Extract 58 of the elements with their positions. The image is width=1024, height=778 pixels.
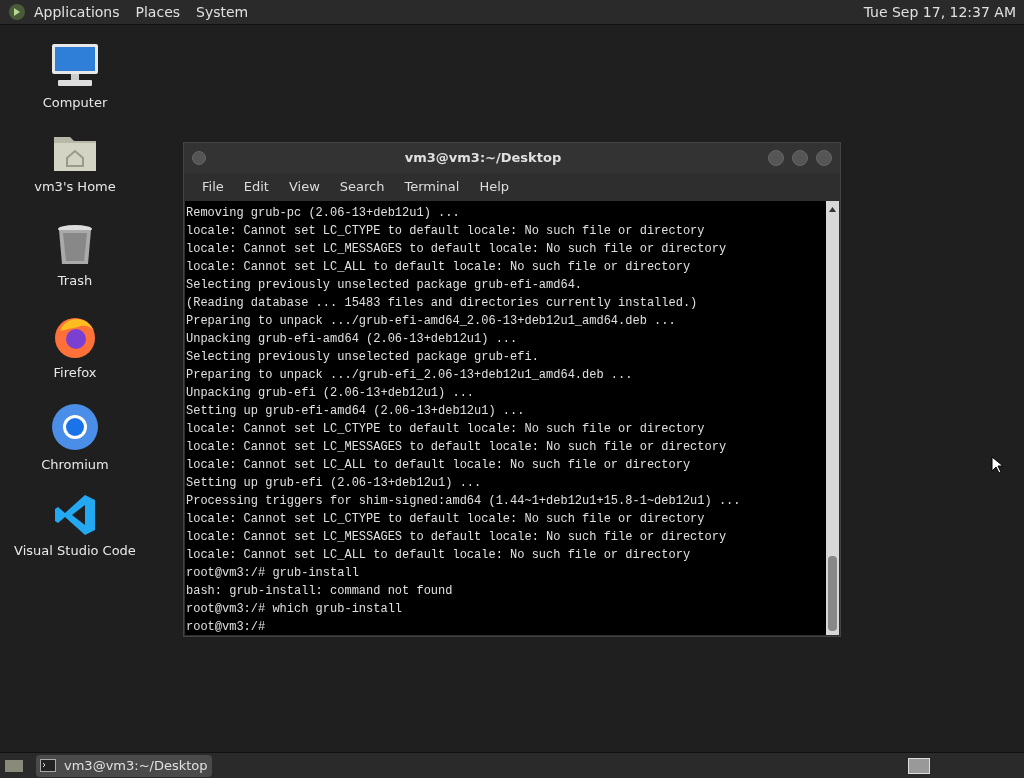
terminal-line: locale: Cannot set LC_MESSAGES to default locale: No such file or directory [186,439,727,456]
terminal-line: Unpacking grub-efi-amd64 (2.06-13+deb12u1) ... [186,331,518,348]
show-desktop-icon[interactable] [4,757,24,774]
terminal-line: Processing triggers for shim-signed:amd64 (1.44~1+deb12u1+15.8-1~deb12u1) ... [186,493,741,510]
panel-menu[interactable]: Places [135,1,181,23]
terminal-icon [40,759,56,772]
panel-menu[interactable]: System [196,1,249,23]
terminal-line: locale: Cannot set LC_CTYPE to default locale: No such file or directory [186,223,705,240]
terminal-line: locale: Cannot set LC_CTYPE to default locale: No such file or directory [186,511,705,528]
scroll-up-icon[interactable] [828,205,837,214]
chromium-icon [51,403,99,451]
terminal-line: Unpacking grub-efi (2.06-13+deb12u1) ... [186,385,475,402]
desktop-icon-label[interactable]: Chromium [41,455,109,475]
window-title: vm3@vm3:~/Desktop [403,149,563,168]
terminal-line: Preparing to unpack .../grub-efi_2.06-13+deb12u1_amd64.deb ... [186,367,633,384]
desktop-icon-label[interactable]: Trash [57,271,93,291]
menu-item[interactable]: File [192,177,234,197]
terminal-line: Setting up grub-efi-amd64 (2.06-13+deb12u1) ... [186,403,525,420]
panel-menu[interactable]: Applications [34,1,120,23]
trash-icon [55,223,95,267]
close-button[interactable] [816,150,832,166]
logo-icon [8,3,26,21]
terminal-line: locale: Cannot set LC_ALL to default locale: No such file or directory [186,259,691,276]
menu-item[interactable]: Terminal [394,177,470,197]
scroll-thumb[interactable] [828,556,837,631]
desktop-icon-label[interactable]: vm3's Home [34,177,116,197]
workspace-switcher[interactable] [908,757,930,774]
scrollbar[interactable] [826,201,839,635]
terminal-line: bash: grub-install: command not found [186,583,453,600]
desktop-icon-label[interactable]: Computer [42,93,108,113]
menu-item[interactable]: View [278,177,330,197]
terminal-line: root@vm3:/# grub-install [186,565,359,582]
menu-item[interactable]: Edit [233,177,279,197]
minimize-button[interactable] [768,150,784,166]
terminal-line: root@vm3:/# which grub-install [186,601,403,618]
terminal-line: Selecting previously unselected package grub-efi. [186,349,539,366]
terminal-line: Setting up grub-efi (2.06-13+deb12u1) ... [186,475,482,492]
desktop-icon-label[interactable]: Visual Studio Code [14,541,136,561]
taskbar-button[interactable]: vm3@vm3:~/Desktop [36,754,212,777]
mouse-pointer-icon [991,456,1003,474]
menu-item[interactable]: Help [469,177,520,197]
terminal-line: locale: Cannot set LC_MESSAGES to default locale: No such file or directory [186,529,727,546]
computer-icon [50,43,100,89]
terminal-line: (Reading database ... 15483 files and directories currently installed.) [186,295,698,312]
window-menu-button[interactable] [192,151,206,165]
desktop-icon-label[interactable]: Firefox [53,363,97,383]
terminal-line: Selecting previously unselected package grub-efi-amd64. [186,277,583,294]
maximize-button[interactable] [792,150,808,166]
terminal-line: locale: Cannot set LC_ALL to default locale: No such file or directory [186,457,691,474]
terminal-line: locale: Cannot set LC_ALL to default locale: No such file or directory [186,547,691,564]
menu-item[interactable]: Search [329,177,395,197]
terminal-line: locale: Cannot set LC_MESSAGES to default locale: No such file or directory [186,241,727,258]
terminal-line: root@vm3:/# [186,619,266,635]
terminal-line: Removing grub-pc (2.06-13+deb12u1) ... [186,205,460,222]
clock[interactable]: Tue Sep 17, 12:37 AM [863,1,1016,23]
vscode-icon [53,493,97,537]
terminal-line: locale: Cannot set LC_CTYPE to default locale: No such file or directory [186,421,705,438]
terminal-line: Preparing to unpack .../grub-efi-amd64_2.06-13+deb12u1_amd64.deb ... [186,313,676,330]
